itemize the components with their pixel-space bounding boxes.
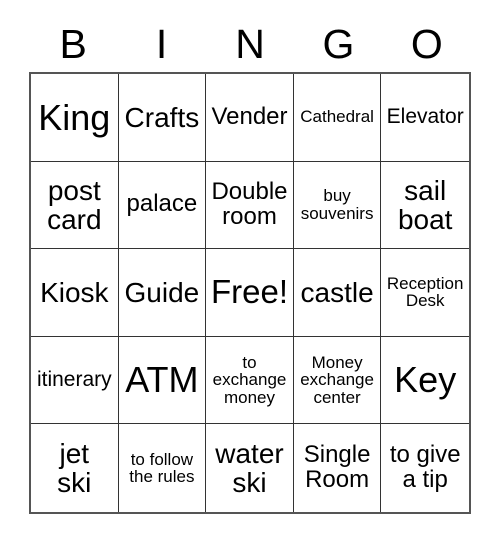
bingo-cell-label: King (38, 96, 111, 138)
bingo-cell[interactable]: Single Room (293, 424, 382, 512)
bingo-cell[interactable]: to exchange money (206, 336, 294, 425)
bingo-cell[interactable]: Double room (206, 161, 294, 250)
bingo-cell-label: water ski (215, 438, 284, 499)
bingo-cell-label: palace (126, 190, 198, 218)
bingo-cell[interactable]: Reception Desk (381, 249, 469, 337)
bingo-cell-label: Free! (210, 273, 288, 311)
header-letter-i: I (155, 20, 168, 67)
header-letter-g: G (322, 20, 355, 67)
bingo-cell[interactable]: Elevator (381, 74, 469, 162)
bingo-cell[interactable]: Money exchange center (293, 336, 382, 425)
bingo-cell[interactable]: water ski (206, 424, 294, 512)
bingo-cell-label: castle (300, 276, 374, 308)
bingo-cell[interactable]: Vender (206, 74, 294, 162)
bingo-cell-label: Single Room (303, 441, 371, 494)
header-letter-o: O (410, 20, 443, 67)
bingo-cell-label: Reception Desk (386, 273, 464, 311)
bingo-cell[interactable]: jet ski (31, 424, 119, 512)
bingo-cell[interactable]: Kiosk (31, 249, 119, 337)
bingo-header-row: B I N G O (29, 16, 471, 72)
bingo-cell[interactable]: palace (118, 161, 207, 250)
bingo-cell[interactable]: Guide (118, 249, 207, 337)
bingo-cell-label: jet ski (57, 438, 92, 499)
bingo-cell[interactable]: sail boat (381, 161, 469, 250)
bingo-cell-label: Kiosk (40, 276, 109, 308)
bingo-cell[interactable]: to give a tip (381, 424, 469, 512)
bingo-cell[interactable]: itinerary (31, 336, 119, 425)
bingo-cell[interactable]: Key (381, 336, 469, 425)
bingo-cell[interactable]: to follow the rules (118, 424, 207, 512)
bingo-cell[interactable]: Crafts (118, 74, 207, 162)
bingo-cell-label: buy souvenirs (300, 186, 374, 223)
bingo-cell[interactable]: buy souvenirs (293, 161, 382, 250)
header-letter-n: N (235, 20, 265, 67)
bingo-cell-label: Key (394, 359, 457, 401)
bingo-cell-label: to follow the rules (129, 449, 195, 487)
bingo-cell-label: Cathedral (300, 107, 374, 127)
bingo-cell-label: Elevator (386, 105, 464, 129)
bingo-cell-label: Crafts (124, 101, 200, 133)
bingo-cell-label: sail boat (397, 174, 453, 235)
bingo-cell[interactable]: castle (293, 249, 382, 337)
bingo-card: B I N G O King Crafts Vender Cathedral Eleva… (0, 0, 500, 544)
bingo-cell[interactable]: post card (31, 161, 119, 250)
bingo-cell-label: Vender (211, 102, 288, 130)
bingo-cell-free-space[interactable]: Free! (206, 249, 294, 337)
bingo-cell-label: Money exchange center (300, 352, 374, 407)
bingo-cell-label: itinerary (36, 368, 112, 392)
bingo-cell-label: to give a tip (389, 441, 461, 494)
bingo-cell-label: Double room (211, 177, 288, 230)
bingo-cell-label: post card (47, 174, 102, 235)
bingo-cell-label: to exchange money (212, 352, 287, 407)
bingo-cell[interactable]: King (31, 74, 119, 162)
bingo-grid: King Crafts Vender Cathedral Elevator post ca… (29, 72, 471, 514)
bingo-cell-label: Guide (124, 276, 200, 308)
bingo-cell-label: ATM (125, 359, 199, 401)
bingo-cell[interactable]: ATM (118, 336, 207, 425)
bingo-cell[interactable]: Cathedral (293, 74, 382, 162)
header-letter-b: B (59, 20, 87, 67)
